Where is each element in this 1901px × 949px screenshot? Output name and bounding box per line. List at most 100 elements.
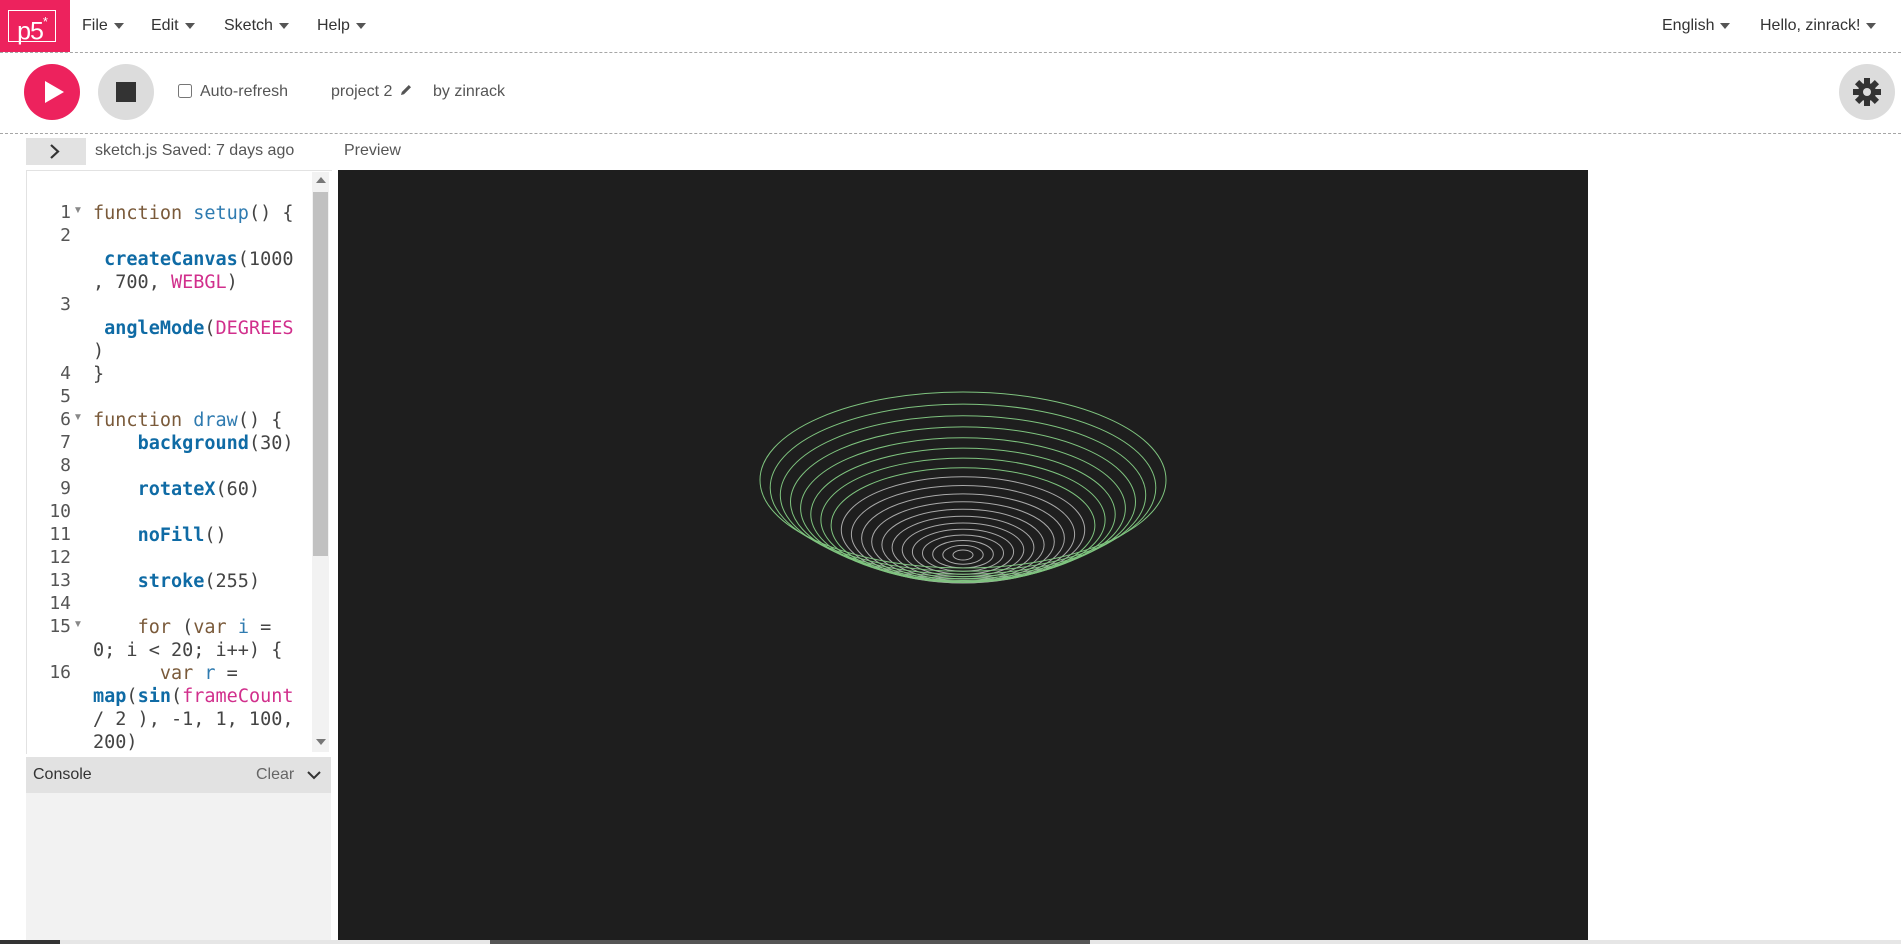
code-line: function setup() {: [93, 202, 294, 225]
line-number: 1: [60, 202, 71, 223]
gear-icon: [1853, 78, 1881, 106]
rings-group: [759, 391, 1167, 584]
caret-down-icon: [355, 22, 366, 29]
code-token: function: [93, 410, 183, 431]
code-line: for (var i =: [93, 616, 272, 639]
code-editor[interactable]: 1 ▼ 2 3 4 5 6 ▼ 7 8 9 10 11 12 13 14 15 …: [26, 170, 332, 754]
preview-label: Preview: [344, 142, 401, 159]
stop-button[interactable]: [98, 64, 154, 120]
caret-down-icon: [113, 22, 124, 29]
auto-refresh-checkbox[interactable]: [178, 84, 192, 98]
line-number: 15: [49, 616, 71, 637]
logo-text: p5: [17, 17, 44, 46]
code-token: setup: [193, 203, 249, 224]
file-info: sketch.js Saved: 7 days ago: [95, 142, 294, 160]
editor-scrollbar-thumb[interactable]: [313, 192, 328, 556]
code-token: (255): [204, 571, 261, 592]
fold-arrow-icon[interactable]: ▼: [73, 412, 83, 423]
auto-refresh-label: Auto-refresh: [200, 83, 289, 100]
code-token: DEGREES: [215, 318, 294, 339]
menu-sketch[interactable]: Sketch: [224, 0, 289, 52]
menu-edit-label: Edit: [151, 17, 179, 34]
fold-arrow-icon[interactable]: ▼: [73, 619, 83, 630]
code-token: function: [93, 203, 183, 224]
stop-icon: [116, 82, 136, 102]
code-token: , 700,: [93, 272, 171, 293]
code-content[interactable]: function setup() { createCanvas(1000 , 7…: [93, 171, 323, 754]
user-menu[interactable]: Hello, zinrack!: [1760, 0, 1877, 52]
pencil-icon[interactable]: [399, 83, 413, 97]
saved-status: Saved: 7 days ago: [161, 142, 295, 159]
line-number: 16: [49, 662, 71, 683]
code-line: angleMode(DEGREES: [93, 317, 294, 340]
project-name[interactable]: project 2: [331, 83, 413, 101]
code-token: stroke: [137, 571, 205, 592]
language-menu[interactable]: English: [1662, 0, 1731, 52]
code-line: var r =: [93, 662, 238, 685]
menu-file[interactable]: File: [82, 0, 124, 52]
line-number-gutter: 1 ▼ 2 3 4 5 6 ▼ 7 8 9 10 11 12 13 14 15 …: [27, 171, 85, 754]
scroll-down-arrow-icon[interactable]: [316, 739, 326, 745]
code-line: background(30): [93, 432, 294, 455]
code-token: r: [204, 663, 216, 684]
logo-asterisk: *: [42, 14, 48, 29]
code-token: (: [170, 617, 194, 638]
line-number: 4: [60, 363, 71, 384]
console-title: Console: [33, 766, 92, 783]
caret-down-icon: [1720, 22, 1731, 29]
toolbar: Auto-refresh project 2 by zinrack: [0, 53, 1901, 134]
code-token: (: [204, 318, 216, 339]
code-line: }: [93, 364, 105, 385]
code-token: frameCount: [182, 686, 294, 707]
project-owner: by zinrack: [433, 83, 506, 100]
line-number: 14: [49, 593, 71, 614]
code-line: function draw() {: [93, 409, 282, 432]
play-icon: [45, 81, 64, 103]
line-number: 13: [49, 570, 71, 591]
code-token: () {: [237, 410, 283, 431]
p5-logo[interactable]: p5*: [0, 0, 70, 52]
language-label: English: [1662, 17, 1715, 34]
code-token: (60): [215, 479, 261, 500]
code-token: (): [204, 525, 227, 546]
code-line: createCanvas(1000: [93, 248, 294, 271]
line-number: 10: [49, 501, 71, 522]
code-token: =: [215, 663, 238, 684]
fold-arrow-icon[interactable]: ▼: [73, 205, 83, 216]
code-token: map: [93, 686, 127, 707]
code-token: WEBGL: [170, 272, 227, 293]
code-line: noFill(): [93, 524, 227, 547]
code-token: (1000: [237, 249, 294, 270]
preview-canvas[interactable]: [338, 170, 1588, 944]
console-clear-button[interactable]: Clear: [256, 766, 294, 784]
code-line: , 700, WEBGL): [93, 271, 238, 294]
settings-button[interactable]: [1839, 64, 1895, 120]
code-token: background: [137, 433, 249, 454]
console-output: [26, 793, 331, 944]
ring-ellipse: [952, 549, 974, 561]
menu-sketch-label: Sketch: [224, 17, 273, 34]
code-token: (30): [248, 433, 294, 454]
line-number: 5: [60, 386, 71, 407]
sidebar-expand-button[interactable]: [26, 138, 86, 165]
play-button[interactable]: [24, 64, 80, 120]
code-token: noFill: [137, 525, 205, 546]
menu-help[interactable]: Help: [317, 0, 366, 52]
line-number: 2: [60, 225, 71, 246]
auto-refresh-toggle[interactable]: Auto-refresh: [178, 83, 288, 101]
line-number: 11: [49, 524, 71, 545]
sketch-output: [759, 391, 1167, 584]
code-token: (: [126, 686, 138, 707]
code-token: =: [248, 617, 272, 638]
code-token: sin: [137, 686, 171, 707]
chevron-down-icon[interactable]: [307, 769, 321, 781]
menu-help-label: Help: [317, 17, 350, 34]
code-token: rotateX: [137, 479, 216, 500]
ring-ellipse: [881, 508, 1045, 581]
scroll-up-arrow-icon[interactable]: [316, 177, 326, 183]
console-header: Console Clear: [26, 757, 331, 793]
menu-edit[interactable]: Edit: [151, 0, 195, 52]
code-line: 200): [93, 732, 138, 753]
